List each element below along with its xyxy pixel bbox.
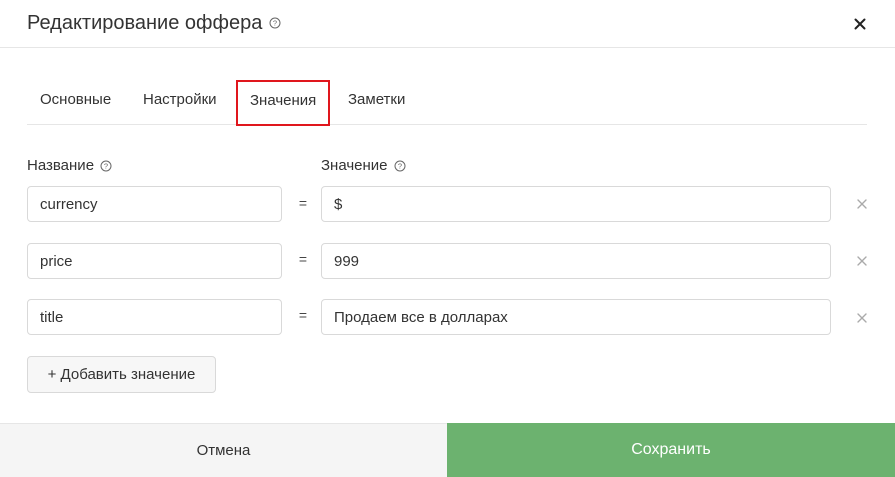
svg-text:?: ?: [273, 19, 277, 28]
value-column-label: Значение ?: [321, 157, 406, 175]
equals-sign: =: [298, 307, 308, 323]
value-field[interactable]: [321, 243, 831, 279]
close-icon[interactable]: [848, 12, 872, 36]
remove-row-icon[interactable]: [853, 252, 871, 270]
equals-sign: =: [298, 251, 308, 267]
tab-bar: Основные Настройки Значения Заметки: [27, 80, 867, 126]
equals-sign: =: [298, 195, 308, 211]
add-value-button[interactable]: + Добавить значение: [27, 356, 216, 393]
dialog-footer: Отмена Сохранить: [0, 423, 895, 477]
name-field[interactable]: [27, 186, 282, 222]
help-icon[interactable]: ?: [100, 160, 112, 172]
tab-settings[interactable]: Настройки: [143, 80, 217, 125]
name-field[interactable]: [27, 299, 282, 335]
help-icon[interactable]: ?: [269, 16, 281, 34]
remove-row-icon[interactable]: [853, 309, 871, 327]
svg-text:?: ?: [397, 162, 401, 171]
value-column-label-text: Значение: [321, 157, 388, 174]
help-icon[interactable]: ?: [394, 160, 406, 172]
value-field[interactable]: [321, 299, 831, 335]
cancel-button[interactable]: Отмена: [0, 423, 447, 477]
remove-row-icon[interactable]: [853, 195, 871, 213]
tab-values[interactable]: Значения: [236, 80, 331, 126]
name-field[interactable]: [27, 243, 282, 279]
save-button[interactable]: Сохранить: [447, 423, 895, 477]
tab-notes[interactable]: Заметки: [348, 80, 405, 125]
dialog-title: Редактирование оффера: [27, 12, 263, 34]
name-column-label: Название ?: [27, 157, 112, 175]
tab-basic[interactable]: Основные: [40, 80, 111, 125]
svg-text:?: ?: [104, 162, 108, 171]
value-field[interactable]: [321, 186, 831, 222]
name-column-label-text: Название: [27, 157, 95, 174]
dialog-header: Редактирование оффера ?: [0, 0, 895, 48]
